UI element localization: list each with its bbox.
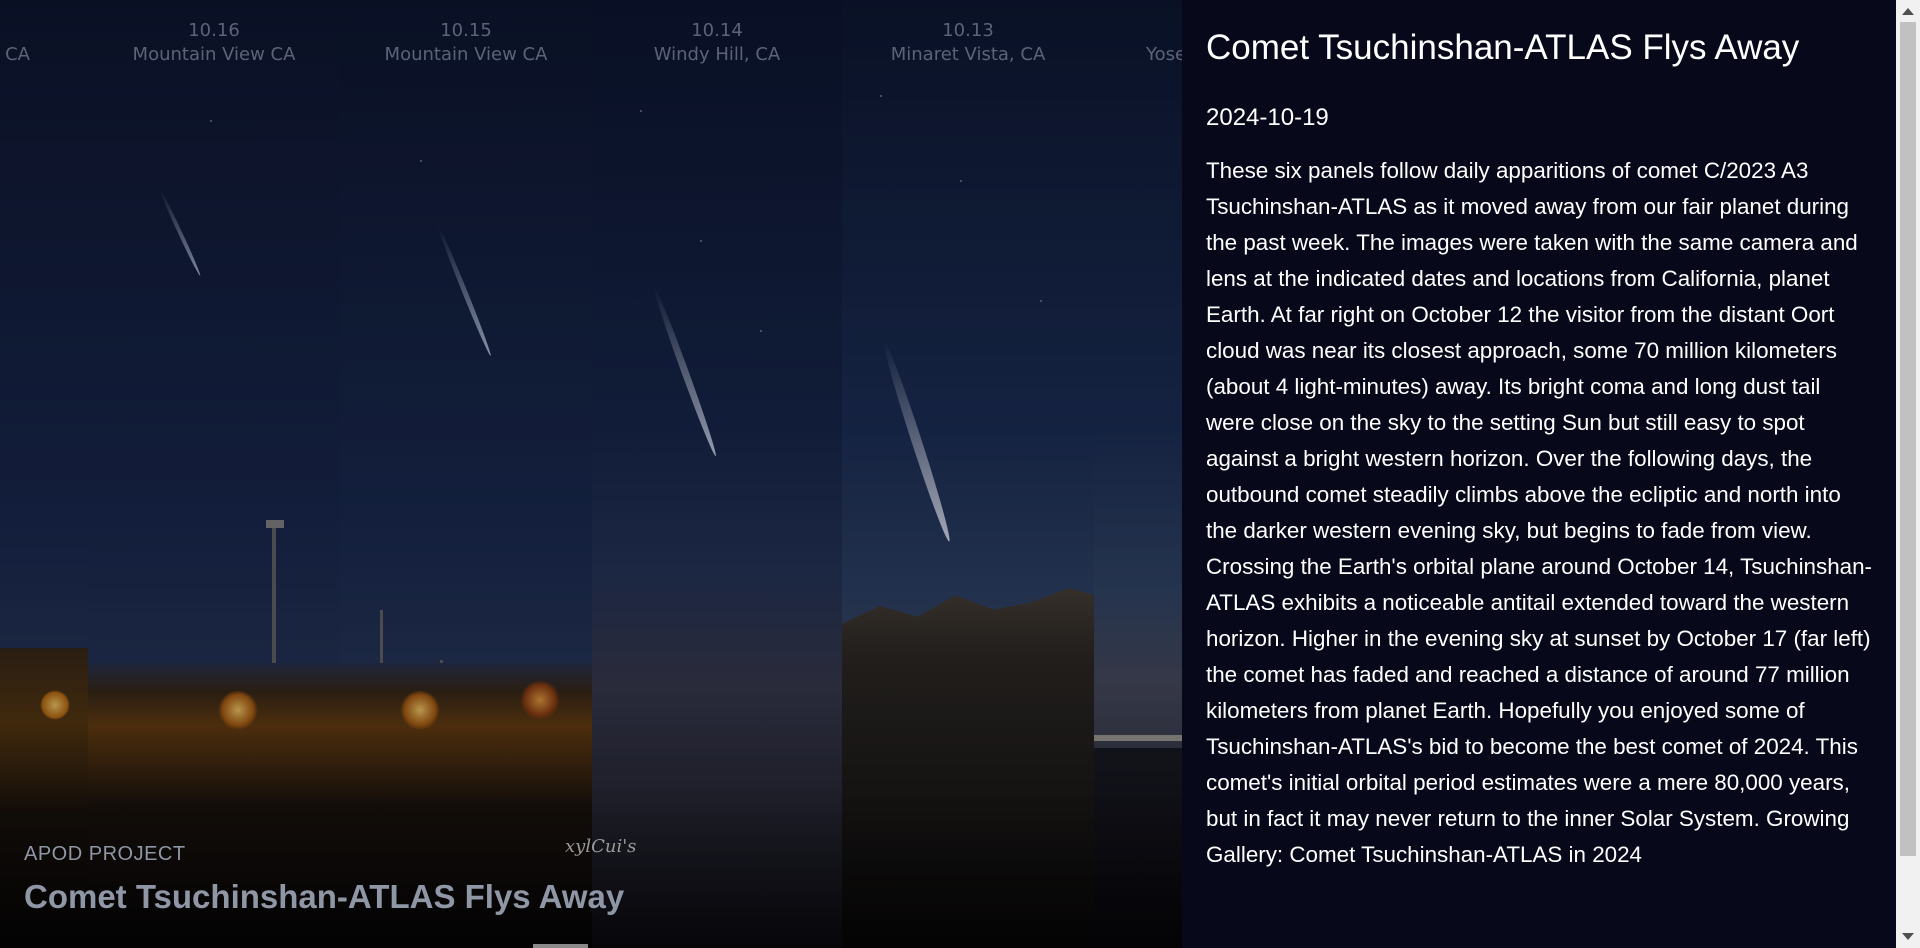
scroll-thumb[interactable] — [1900, 22, 1916, 856]
panel-location: Mountain View CA — [384, 44, 548, 65]
panel-location: Windy Hill, CA — [653, 44, 781, 65]
horizontal-scroll-indicator[interactable] — [533, 944, 588, 948]
vertical-scrollbar[interactable] — [1896, 0, 1920, 948]
panel-location: CA — [5, 44, 30, 65]
image-panel-2: 10.16 Mountain View CA — [88, 0, 340, 948]
panel-date: 10.14 — [691, 20, 743, 41]
scroll-up-arrow-icon[interactable] — [1902, 8, 1914, 15]
info-title: Comet Tsuchinshan-ATLAS Flys Away — [1206, 28, 1800, 67]
project-label: APOD PROJECT — [24, 843, 186, 865]
info-panel: Comet Tsuchinshan-ATLAS Flys Away 2024-1… — [1182, 0, 1896, 948]
image-panel-4: 10.14 Windy Hill, CA — [592, 0, 842, 948]
photographer-signature: xylCui's — [565, 836, 637, 857]
image-panel-1: CA — [0, 0, 88, 948]
explanation-text: These six panels follow daily apparition… — [1206, 158, 1873, 831]
image-panel-5: 10.13 Minaret Vista, CA — [842, 0, 1094, 948]
panel-location: Mountain View CA — [132, 44, 296, 65]
image-panel-3: 10.15 Mountain View CA — [340, 0, 592, 948]
image-panel-6: Yose — [1094, 0, 1182, 948]
panel-date: 10.15 — [440, 20, 492, 41]
apod-viewer: CA 10.16 Mountain View CA 10.15 Mountain… — [0, 0, 1920, 948]
comet-image[interactable]: CA 10.16 Mountain View CA 10.15 Mountain… — [0, 0, 1182, 948]
panel-location: Yose — [1146, 44, 1182, 65]
panel-location: Minaret Vista, CA — [890, 44, 1046, 65]
info-explanation: These six panels follow daily apparition… — [1206, 153, 1872, 873]
info-date: 2024-10-19 — [1206, 104, 1329, 131]
scroll-down-arrow-icon[interactable] — [1902, 933, 1914, 940]
panel-date: 10.13 — [942, 20, 994, 41]
panel-date: 10.16 — [188, 20, 240, 41]
image-overlay-title: Comet Tsuchinshan-ATLAS Flys Away — [24, 878, 625, 915]
